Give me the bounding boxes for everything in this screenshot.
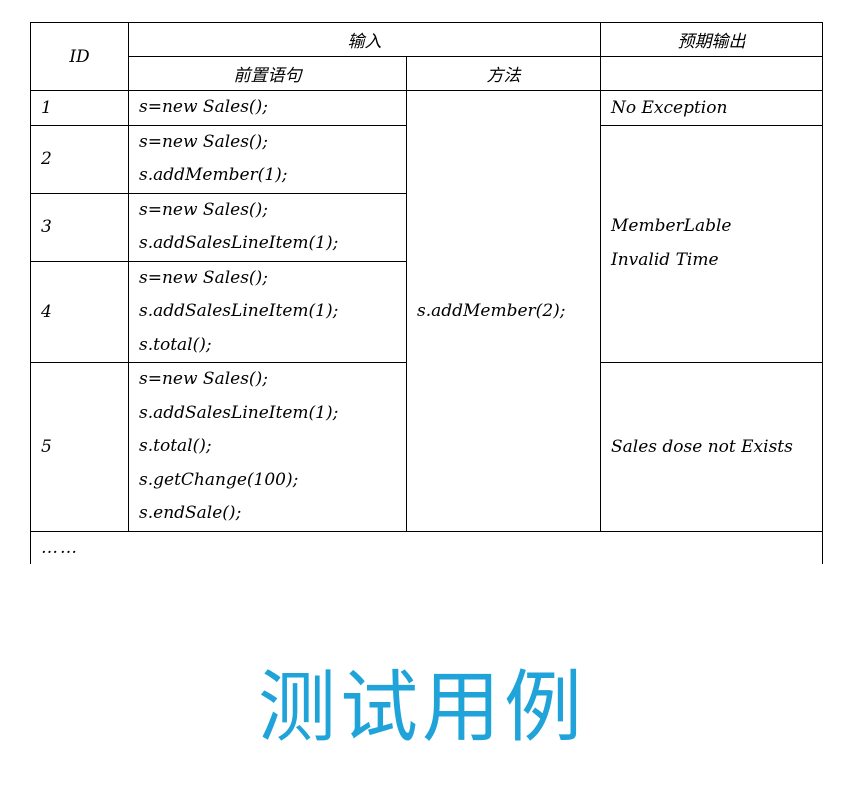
row-precondition: s=new Sales(); s.addSalesLineItem(1); s.… [128, 260, 407, 363]
row-precondition: s=new Sales(); s.addSalesLineItem(1); [128, 192, 407, 262]
ellipsis: …… [30, 530, 823, 564]
code-line: s=new Sales(); [139, 199, 268, 220]
code-line: s.addMember(1); [139, 165, 288, 185]
method-cell: s.addMember(2); [406, 90, 601, 532]
code-line: s.addSalesLineItem(1); [139, 233, 339, 253]
expected-cell: MemberLable Invalid Time [600, 124, 823, 363]
code-line: s=new Sales(); [139, 369, 268, 389]
table-row: 1 s=new Sales(); s.addMember(2); No Exce… [30, 90, 823, 532]
header-input: 输入 [128, 22, 601, 57]
header-precondition: 前置语句 [128, 56, 407, 91]
header-id: ID [30, 22, 129, 91]
code-line: s.addSalesLineItem(1); [139, 301, 339, 321]
row-precondition: s=new Sales(); s.addSalesLineItem(1); s.… [128, 362, 407, 532]
expected-cell: No Exception [600, 90, 823, 126]
row-id: 3 [30, 192, 129, 262]
row-id: 1 [30, 90, 129, 126]
code-line: s=new Sales(); [139, 267, 268, 288]
expected-line: MemberLable [611, 216, 732, 237]
code-line: s.getChange(100); [139, 469, 299, 490]
test-case-table: ID 输入 预期输出 前置语句 方法 1 s=new Sales(); s.ad… [30, 22, 823, 564]
code-line: s.endSale(); [139, 503, 242, 523]
header-method: 方法 [406, 56, 601, 91]
expected-cell: Sales dose not Exists [600, 362, 823, 532]
ellipsis-row: …… [30, 530, 823, 564]
row-precondition: s=new Sales(); s.addMember(1); [128, 124, 407, 194]
header-expected-output: 预期输出 [600, 22, 823, 57]
row-id: 5 [30, 362, 129, 532]
code-line: s.total(); [139, 436, 212, 456]
row-id: 4 [30, 260, 129, 363]
row-id: 2 [30, 124, 129, 194]
slide-caption: 测试用例 [257, 663, 586, 753]
code-line: s=new Sales(); [139, 97, 268, 117]
expected-line: Invalid Time [611, 249, 719, 270]
header-expected-empty [600, 56, 823, 91]
code-line: s=new Sales(); [139, 131, 268, 152]
code-line: s.total(); [139, 334, 212, 355]
row-precondition: s=new Sales(); [128, 90, 407, 126]
code-line: s.addSalesLineItem(1); [139, 402, 339, 423]
